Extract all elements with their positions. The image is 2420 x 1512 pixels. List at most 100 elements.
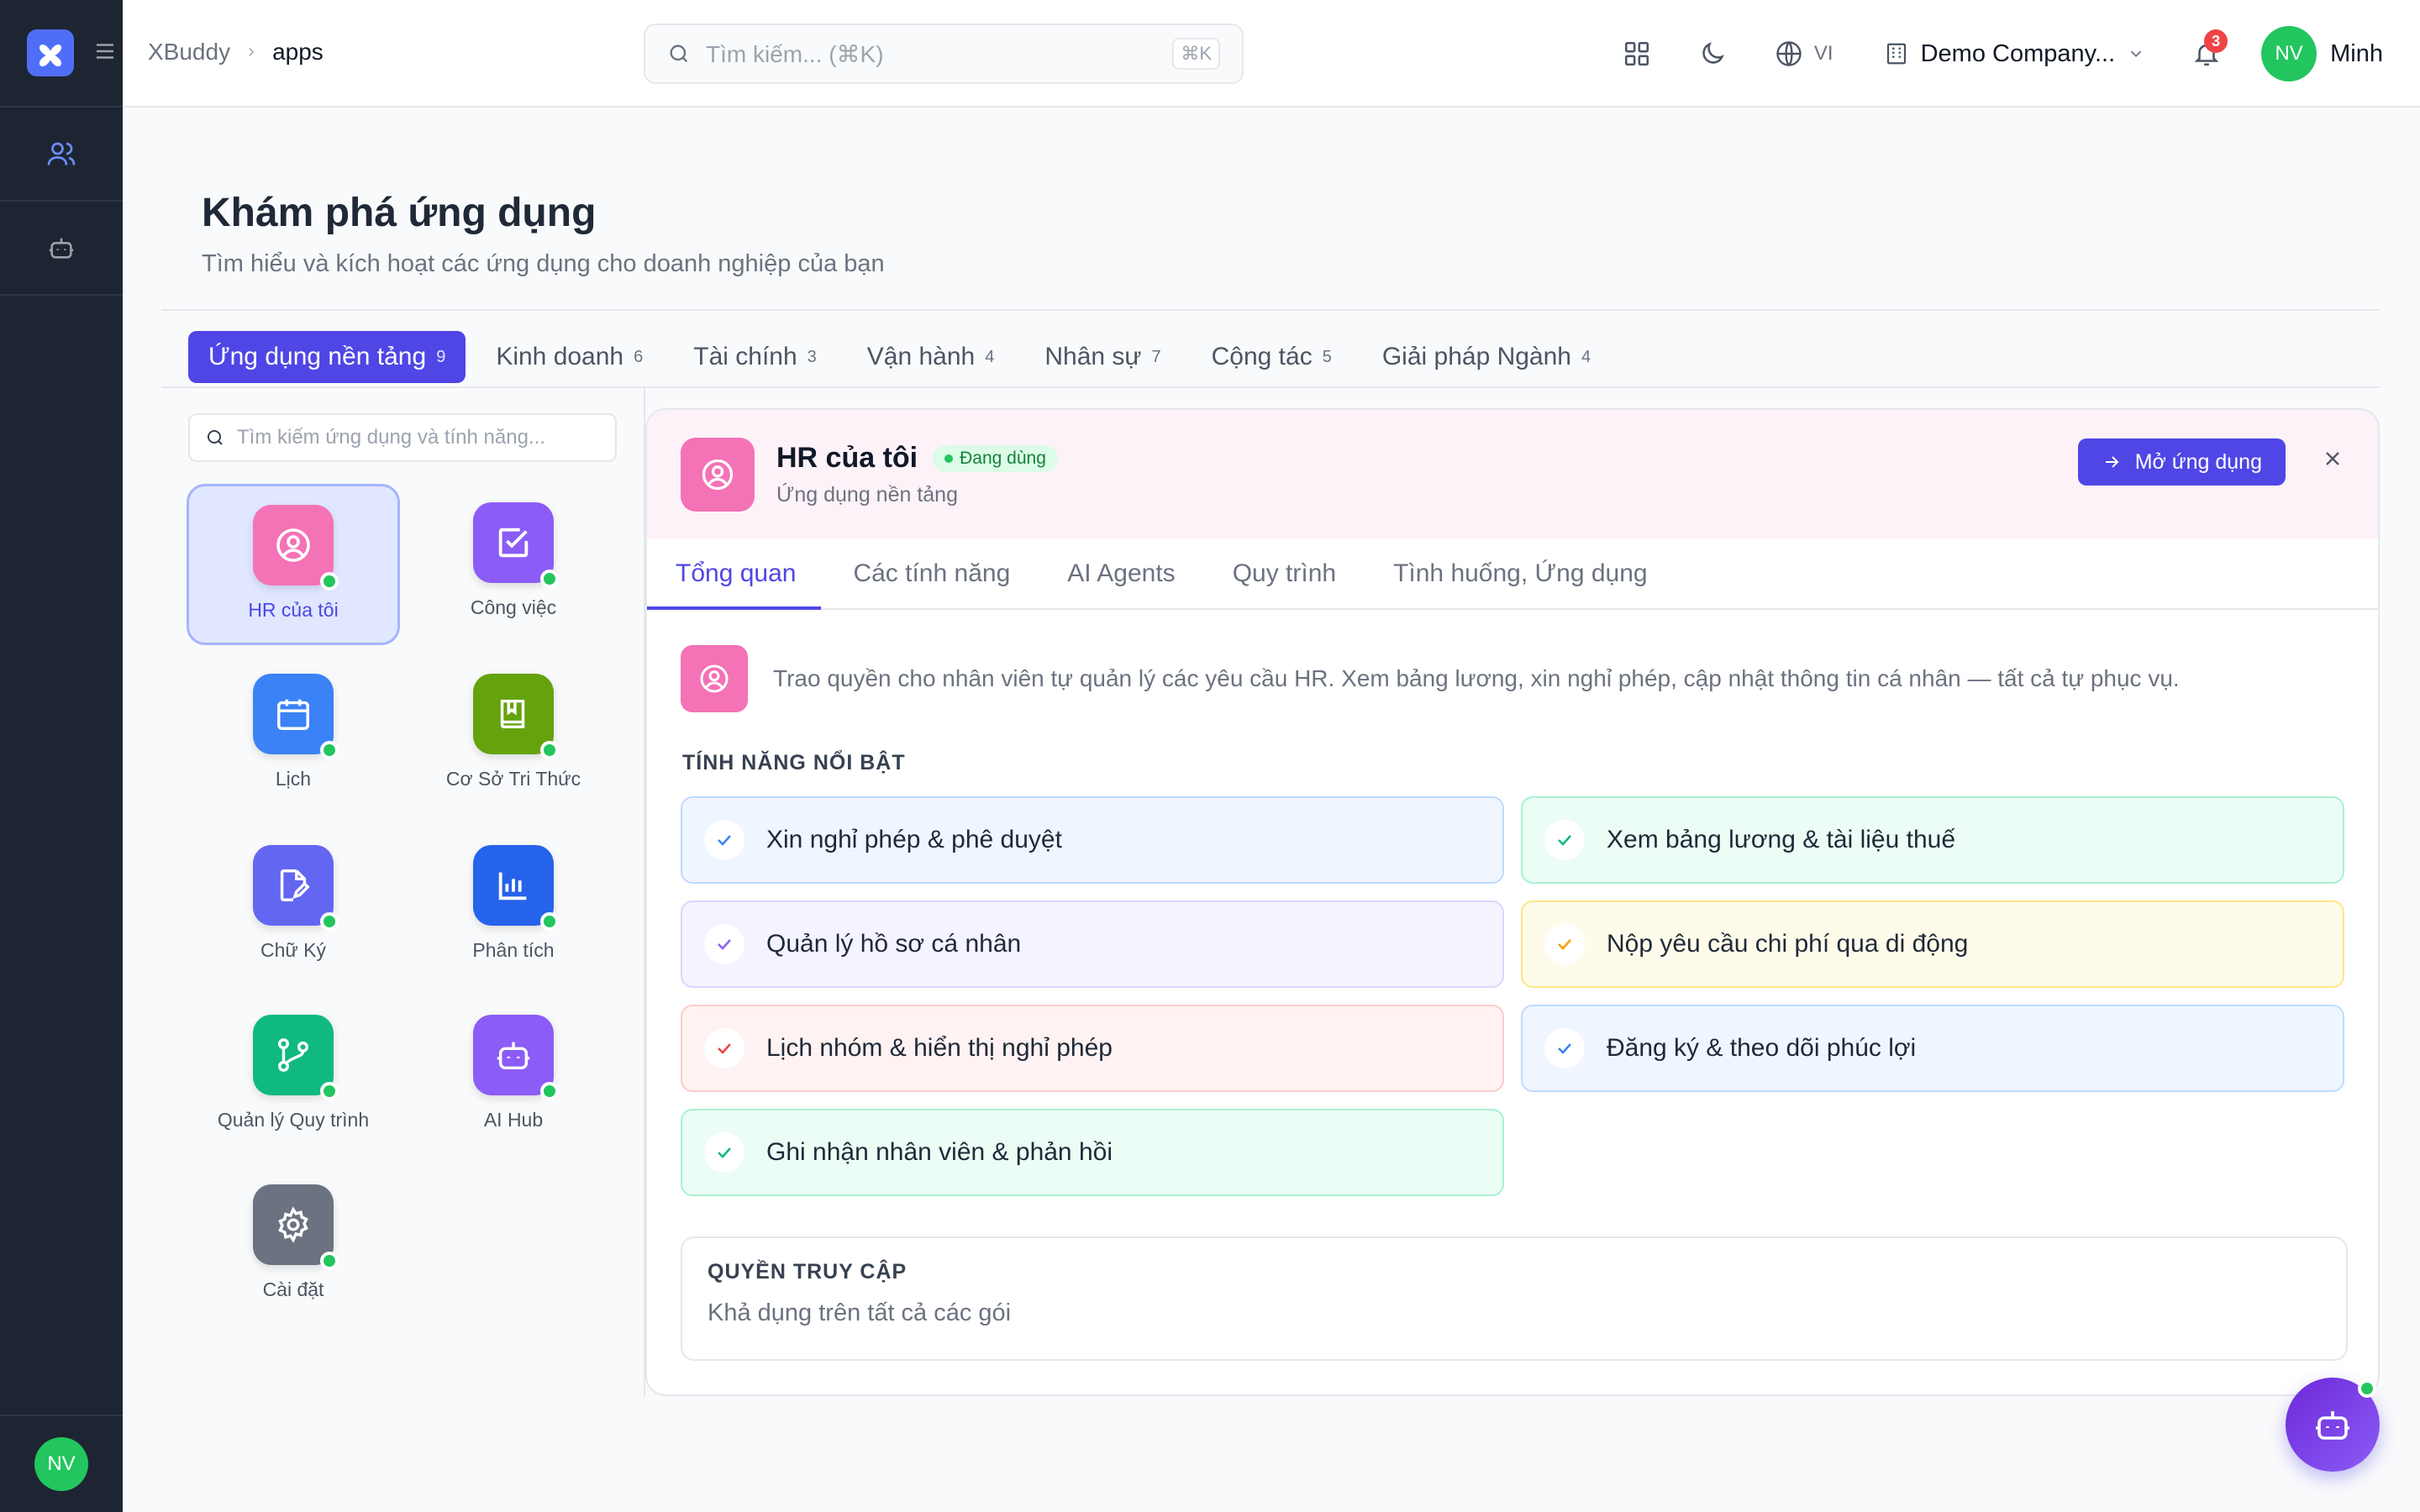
workflow-icon — [253, 1015, 339, 1100]
feature-card: Lịch nhóm & hiển thị nghỉ phép — [681, 1005, 1504, 1092]
access-heading: QUYỀN TRUY CẬP — [708, 1260, 908, 1284]
close-icon[interactable] — [2321, 447, 2344, 475]
chevron-down-icon — [2130, 50, 2142, 58]
tab-count: 5 — [1322, 347, 1332, 366]
tab-count: 3 — [807, 347, 817, 366]
breadcrumb: XBuddy apps — [148, 39, 324, 66]
app-card-workflow[interactable]: Quản lý Quy trình — [187, 996, 400, 1158]
check-icon — [704, 820, 744, 860]
open-app-button[interactable]: Mở ứng dụng — [2077, 438, 2286, 486]
search-input[interactable]: Tìm kiếm... (⌘K) — [706, 40, 1157, 68]
app-search[interactable]: Tìm kiếm ứng dụng và tính năng... — [188, 413, 617, 462]
category-tabs: Ứng dụng nền tảng 9 Kinh doanh 6 Tài chính… — [188, 331, 1611, 383]
app-label: Quản lý Quy trình — [217, 1109, 370, 1131]
tab-collaboration[interactable]: Cộng tác 5 — [1192, 331, 1352, 383]
active-dot — [320, 1082, 339, 1100]
app-label: Cài đặt — [262, 1278, 324, 1300]
tab-platform[interactable]: Ứng dụng nền tảng 9 — [188, 331, 466, 383]
active-dot — [540, 1082, 559, 1100]
bot-icon — [49, 238, 74, 259]
tab-label: Cộng tác — [1211, 343, 1313, 370]
detail-tabs: Tổng quan Các tính năng AI Agents Quy tr… — [647, 539, 2378, 610]
detail-header: HR của tôi Đang dùng Ứng dụng nền tảng M… — [647, 410, 2378, 539]
menu-toggle-icon[interactable] — [92, 39, 118, 68]
company-name: Demo Company... — [1920, 39, 2116, 67]
app-card-signature[interactable]: Chữ Ký — [187, 827, 400, 988]
app-card-settings[interactable]: Cài đặt — [187, 1166, 400, 1327]
tab-use-cases[interactable]: Tình huống, Ứng dụng — [1368, 539, 1673, 608]
feature-card: Đăng ký & theo dõi phúc lợi — [1521, 1005, 2344, 1092]
app-card-hr[interactable]: HR của tôi — [187, 484, 400, 645]
active-dot — [320, 572, 339, 591]
tab-business[interactable]: Kinh doanh 6 — [476, 331, 663, 383]
tab-finance[interactable]: Tài chính 3 — [673, 331, 837, 383]
calendar-icon — [253, 674, 339, 759]
active-dot — [540, 912, 559, 931]
logo-icon — [39, 44, 62, 67]
app-label: Cơ Sở Tri Thức — [445, 768, 581, 790]
app-list-panel: Tìm kiếm ứng dụng và tính năng... HR của… — [161, 388, 645, 1396]
active-dot — [540, 570, 559, 588]
tab-workflows[interactable]: Quy trình — [1207, 539, 1361, 608]
app-description: Trao quyền cho nhân viên tự quản lý các … — [681, 645, 2180, 712]
tab-operations[interactable]: Vận hành 4 — [847, 331, 1015, 383]
sidebar-item-bot[interactable] — [0, 202, 123, 296]
tab-label: Ứng dụng nền tảng — [208, 343, 427, 370]
notification-badge: 3 — [2204, 29, 2228, 53]
dark-mode-icon[interactable] — [1698, 39, 1727, 68]
status-dot — [944, 454, 954, 463]
feature-label: Lịch nhóm & hiển thị nghỉ phép — [766, 1034, 1113, 1062]
users-icon — [47, 142, 76, 165]
tab-industry[interactable]: Giải pháp Ngành 4 — [1362, 331, 1611, 383]
tab-ai-agents[interactable]: AI Agents — [1042, 539, 1200, 608]
tab-count: 4 — [985, 347, 995, 366]
status-badge: Đang dùng — [933, 444, 1058, 472]
app-card-analytics[interactable]: Phân tích — [407, 827, 620, 988]
app-card-knowledge[interactable]: Cơ Sở Tri Thức — [407, 655, 620, 816]
tab-hr[interactable]: Nhân sự 7 — [1024, 331, 1181, 383]
chevron-right-icon — [249, 47, 255, 57]
sidebar-item-users[interactable] — [0, 108, 123, 202]
language-switcher[interactable]: VI — [1774, 39, 1833, 69]
sidebar-top — [0, 0, 123, 108]
app-logo[interactable] — [27, 29, 74, 76]
apps-grid-icon[interactable] — [1623, 39, 1651, 68]
active-dot — [320, 912, 339, 931]
tab-features[interactable]: Các tính năng — [828, 539, 1035, 608]
global-search[interactable]: Tìm kiếm... (⌘K) ⌘K — [644, 24, 1244, 84]
tab-label: Vận hành — [866, 343, 976, 370]
feature-label: Ghi nhận nhân viên & phản hồi — [766, 1138, 1113, 1166]
detail-title: HR của tôi Đang dùng — [776, 442, 1058, 475]
tab-label: Nhân sự — [1044, 343, 1142, 370]
check-icon — [1544, 924, 1585, 964]
feature-card: Ghi nhận nhân viên & phản hồi — [681, 1109, 1504, 1196]
ai-assistant-button[interactable] — [2286, 1378, 2380, 1472]
user-name: Minh — [2330, 39, 2383, 67]
breadcrumb-current: apps — [272, 39, 324, 65]
open-app-label: Mở ứng dụng — [2134, 449, 2262, 474]
feature-card: Quản lý hồ sơ cá nhân — [681, 900, 1504, 988]
tab-overview[interactable]: Tổng quan — [647, 539, 822, 610]
arrow-right-icon — [2105, 456, 2119, 468]
user-circle-icon — [681, 438, 755, 512]
sidebar-avatar[interactable]: NV — [34, 1437, 88, 1491]
features-heading: TÍNH NĂNG NỔI BẬT — [682, 751, 906, 774]
company-selector[interactable]: Demo Company... — [1884, 40, 2146, 68]
feature-label: Nộp yêu cầu chi phí qua di động — [1607, 930, 1969, 958]
check-icon — [704, 1132, 744, 1173]
app-card-ai-hub[interactable]: AI Hub — [407, 996, 620, 1158]
notifications-button[interactable]: 3 — [2192, 29, 2228, 68]
book-icon — [473, 674, 559, 759]
building-icon — [1886, 43, 1906, 65]
feature-label: Xem bảng lương & tài liệu thuế — [1607, 826, 1956, 853]
status-label: Đang dùng — [960, 448, 1046, 468]
app-label: Phân tích — [472, 939, 555, 961]
check-square-icon — [473, 502, 559, 588]
app-card-calendar[interactable]: Lịch — [187, 655, 400, 816]
user-menu[interactable]: NV Minh — [2261, 26, 2383, 81]
app-search-input[interactable]: Tìm kiếm ứng dụng và tính năng... — [237, 426, 545, 449]
detail-app-name: HR của tôi — [776, 442, 918, 474]
app-card-tasks[interactable]: Công việc — [407, 484, 620, 645]
tab-label: Tài chính — [693, 343, 797, 370]
breadcrumb-root[interactable]: XBuddy — [148, 39, 230, 66]
